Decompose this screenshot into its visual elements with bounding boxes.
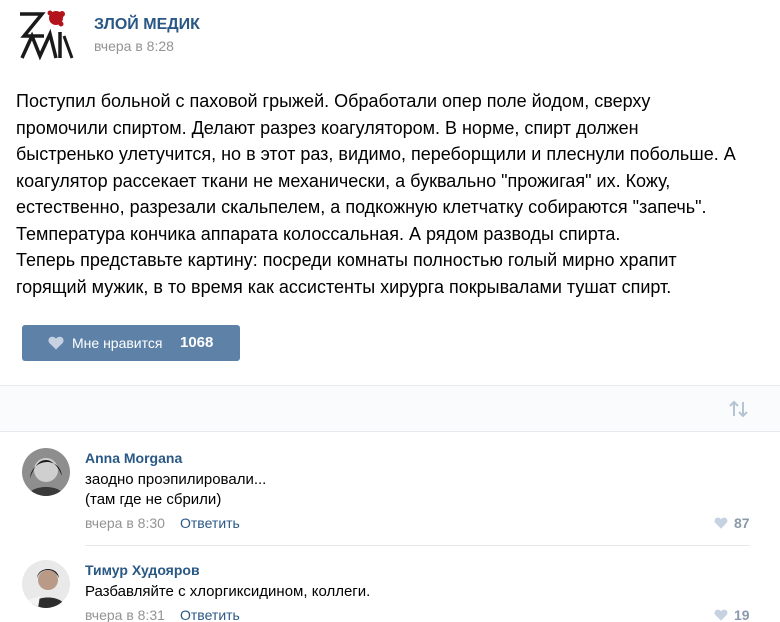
avatar[interactable] — [22, 448, 70, 496]
comment-author[interactable]: Тимур Худояров — [85, 562, 200, 578]
reply-link[interactable]: Ответить — [180, 515, 240, 531]
post-time[interactable]: вчера в 8:28 — [94, 38, 174, 54]
heart-icon — [714, 517, 728, 529]
post-text-line: Теперь представьте картину: посреди комн… — [16, 250, 677, 270]
post-text-line: промочили спиртом. Делают разрез коагуля… — [16, 117, 639, 138]
post-text: Поступил больной с паховой грыжей. Обраб… — [16, 88, 766, 300]
reply-link[interactable]: Ответить — [180, 607, 240, 622]
post-text-line: коагулятор рассекает ткани не механическ… — [16, 170, 671, 191]
post-text-line: естественно, разрезали скальпелем, а под… — [16, 197, 707, 217]
post-text-line: Поступил больной с паховой грыжей. Обраб… — [16, 91, 651, 111]
like-button[interactable]: Мне нравится 1068 — [22, 325, 240, 361]
comment-text: заодно проэпилировали... — [85, 471, 267, 488]
comment-like-count: 87 — [734, 515, 750, 531]
comment-time[interactable]: вчера в 8:31 — [85, 607, 165, 622]
like-label: Мне нравится — [72, 335, 163, 351]
comments-sort-bar — [0, 386, 780, 432]
post-text-line: быстренько улетучится, но в этот раз, ви… — [16, 144, 736, 164]
comment-time[interactable]: вчера в 8:30 — [85, 515, 165, 531]
heart-icon — [714, 609, 728, 621]
divider — [85, 545, 750, 546]
comment-like-button[interactable]: 19 — [714, 607, 750, 622]
comment-like-button[interactable]: 87 — [714, 515, 750, 531]
avatar[interactable] — [22, 560, 70, 608]
community-logo-icon[interactable] — [16, 6, 74, 64]
comment-text: (там где не сбрили) — [85, 491, 222, 508]
heart-icon — [48, 336, 64, 350]
sort-arrows-icon[interactable] — [728, 399, 750, 419]
post-author[interactable]: ЗЛОЙ МЕДИК — [94, 16, 200, 34]
like-count: 1068 — [180, 334, 214, 351]
post-text-line: Температура кончика аппарата колоссальна… — [16, 223, 621, 244]
comment-like-count: 19 — [734, 607, 750, 622]
comment-author[interactable]: Anna Morgana — [85, 450, 182, 466]
post-text-line: горящий мужик, в то время как ассистенты… — [16, 276, 672, 297]
comment-text: Разбавляйте с хлоргиксидином, коллеги. — [85, 583, 371, 600]
